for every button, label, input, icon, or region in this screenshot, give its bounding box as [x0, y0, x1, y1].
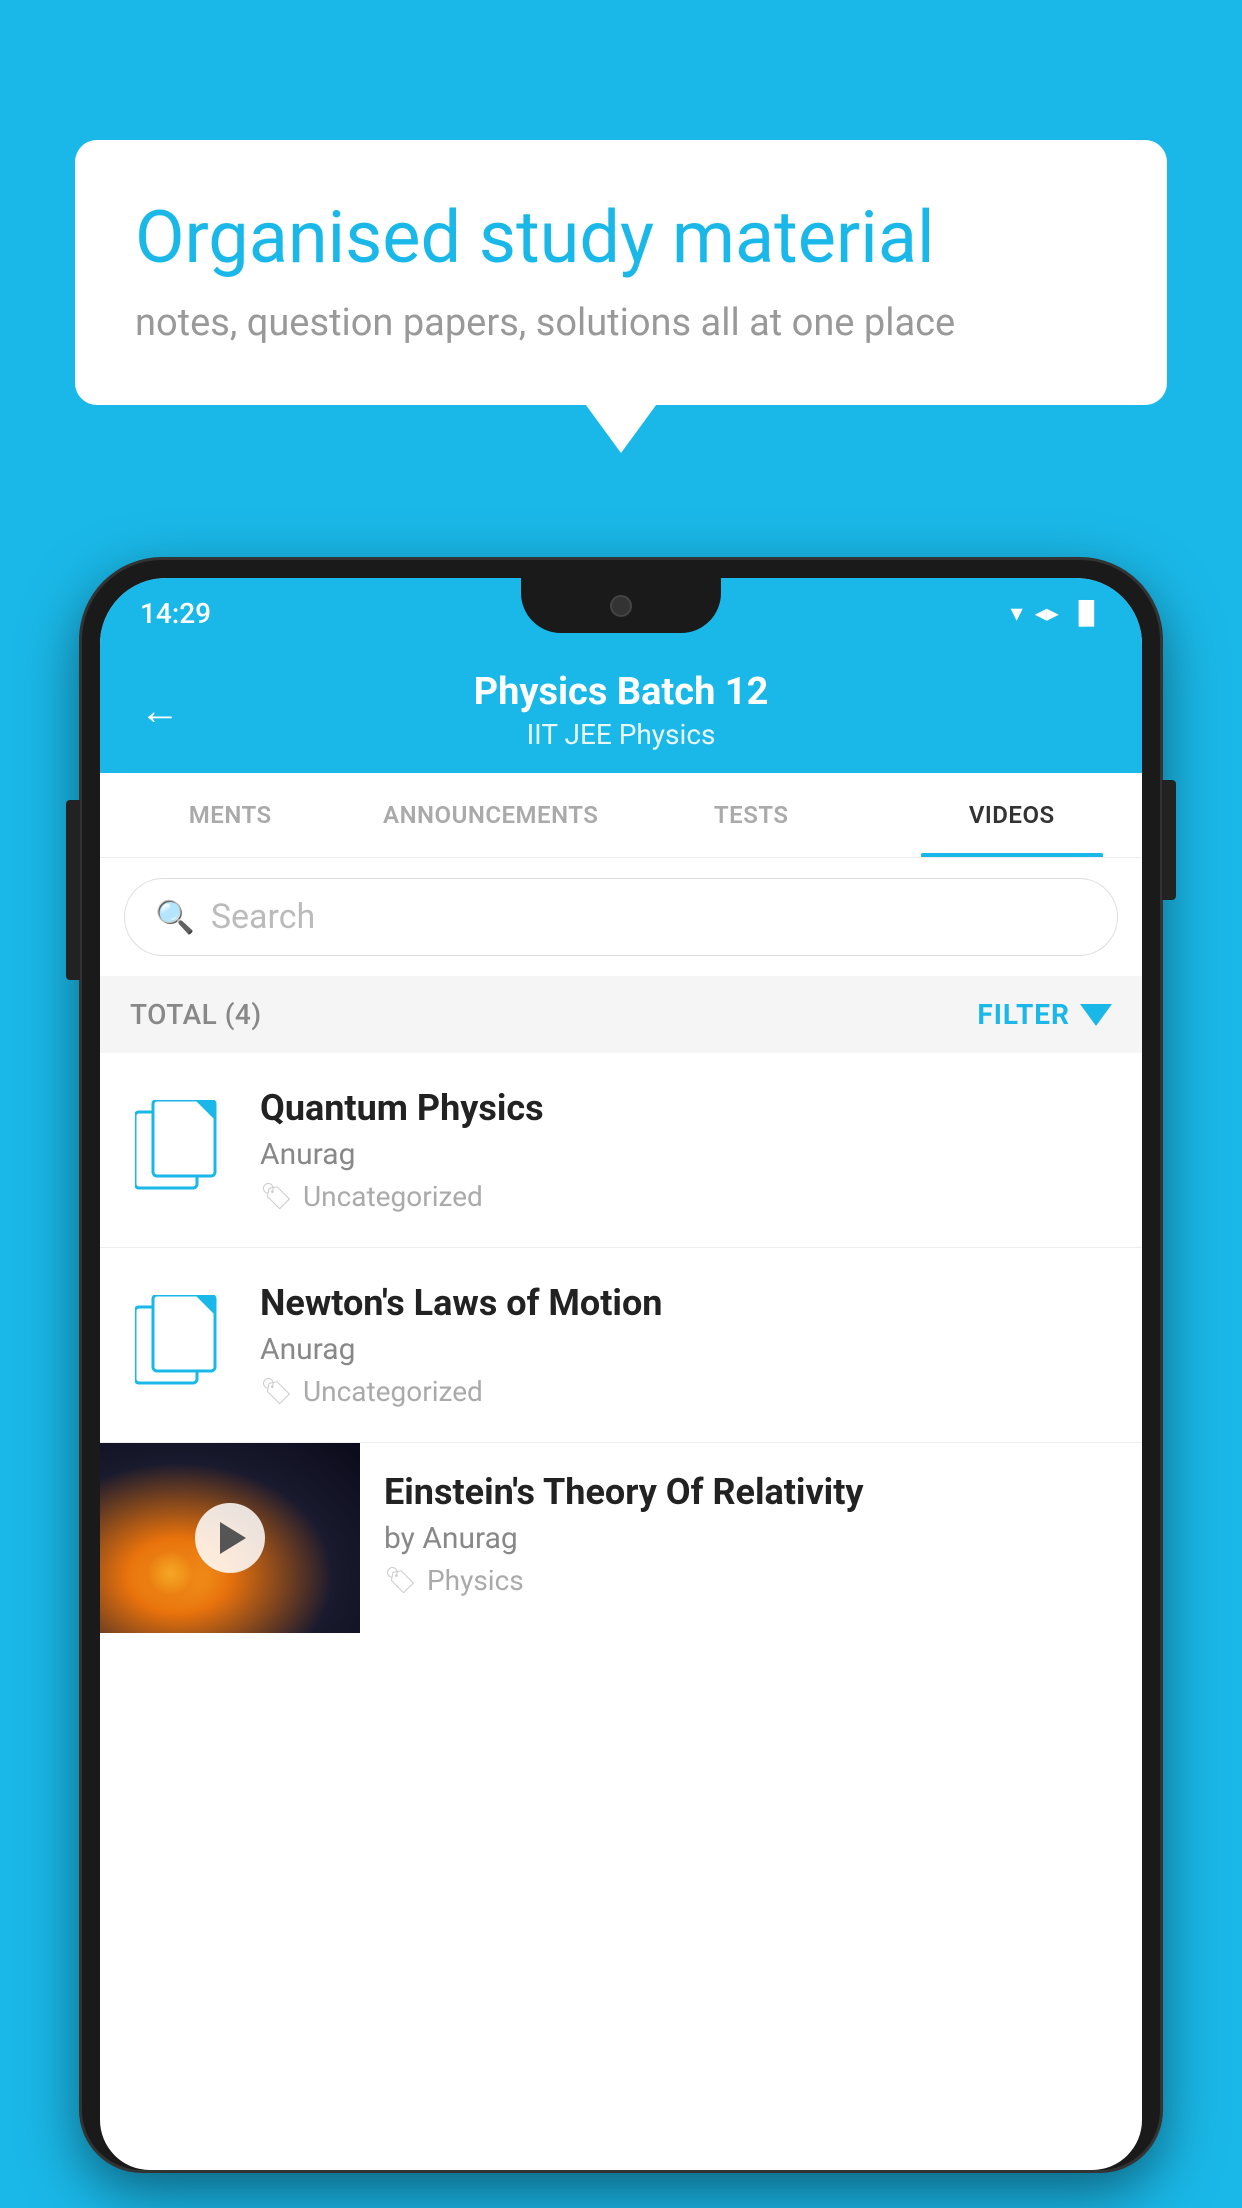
total-count: TOTAL (4) [130, 998, 262, 1031]
item-author: Anurag [260, 1332, 1112, 1367]
camera-dot [610, 595, 632, 617]
item-author: Anurag [260, 1137, 1112, 1172]
filter-button[interactable]: FILTER [977, 998, 1112, 1031]
item-icon-container [130, 1295, 230, 1395]
tab-tests[interactable]: TESTS [621, 773, 882, 857]
filter-icon [1080, 1004, 1112, 1026]
search-icon: 🔍 [155, 898, 195, 936]
filter-bar: TOTAL (4) FILTER [100, 976, 1142, 1053]
item-title: Einstein's Theory Of Relativity [384, 1471, 1118, 1513]
item-info: Quantum Physics Anurag 🏷 Uncategorized [260, 1087, 1112, 1213]
list-item[interactable]: Einstein's Theory Of Relativity by Anura… [100, 1443, 1142, 1633]
header-subtitle: IIT JEE Physics [200, 718, 1042, 751]
play-button[interactable] [195, 1503, 265, 1573]
item-info: Newton's Laws of Motion Anurag 🏷 Uncateg… [260, 1282, 1112, 1408]
item-title: Quantum Physics [260, 1087, 1112, 1129]
play-icon [220, 1522, 246, 1554]
search-input[interactable]: Search [211, 897, 315, 937]
tab-announcements[interactable]: ANNOUNCEMENTS [361, 773, 622, 857]
video-thumbnail [100, 1443, 360, 1633]
item-author: by Anurag [384, 1521, 1118, 1556]
bubble-title: Organised study material [135, 195, 1107, 281]
video-list: Quantum Physics Anurag 🏷 Uncategorized [100, 1053, 1142, 1633]
speech-bubble-container: Organised study material notes, question… [75, 140, 1167, 405]
item-title: Newton's Laws of Motion [260, 1282, 1112, 1324]
header-title-block: Physics Batch 12 IIT JEE Physics [200, 670, 1042, 751]
tab-videos[interactable]: VIDEOS [882, 773, 1143, 857]
filter-label: FILTER [977, 998, 1070, 1031]
folder-icon [135, 1100, 225, 1200]
tabs-container: MENTS ANNOUNCEMENTS TESTS VIDEOS [100, 773, 1142, 858]
item-icon-container [130, 1100, 230, 1200]
signal-icon: ◂▸ [1035, 599, 1059, 627]
list-item[interactable]: Newton's Laws of Motion Anurag 🏷 Uncateg… [100, 1248, 1142, 1443]
item-tag: 🏷 Uncategorized [260, 1375, 1112, 1408]
item-info: Einstein's Theory Of Relativity by Anura… [360, 1443, 1142, 1625]
speech-bubble: Organised study material notes, question… [75, 140, 1167, 405]
status-time: 14:29 [140, 597, 211, 630]
status-bar: 14:29 ▾ ◂▸ ▐▌ [100, 578, 1142, 648]
tab-ments[interactable]: MENTS [100, 773, 361, 857]
tag-icon: 🏷 [260, 1377, 293, 1407]
search-container: 🔍 Search [100, 858, 1142, 976]
app-header: ← Physics Batch 12 IIT JEE Physics [100, 648, 1142, 773]
back-button[interactable]: ← [140, 687, 180, 734]
wifi-icon: ▾ [1011, 599, 1023, 627]
list-item[interactable]: Quantum Physics Anurag 🏷 Uncategorized [100, 1053, 1142, 1248]
folder-icon [135, 1295, 225, 1395]
phone-container: 14:29 ▾ ◂▸ ▐▌ ← Physics Batch 12 IIT JEE… [82, 560, 1160, 2208]
header-title: Physics Batch 12 [200, 670, 1042, 714]
search-bar[interactable]: 🔍 Search [124, 878, 1118, 956]
battery-icon: ▐▌ [1071, 600, 1102, 626]
tag-icon: 🏷 [384, 1566, 417, 1596]
item-tag: 🏷 Uncategorized [260, 1180, 1112, 1213]
status-icons: ▾ ◂▸ ▐▌ [1011, 599, 1102, 627]
bubble-subtitle: notes, question papers, solutions all at… [135, 301, 1107, 345]
notch [521, 578, 721, 633]
phone-inner: 14:29 ▾ ◂▸ ▐▌ ← Physics Batch 12 IIT JEE… [100, 578, 1142, 2170]
tag-icon: 🏷 [260, 1182, 293, 1212]
phone-outer: 14:29 ▾ ◂▸ ▐▌ ← Physics Batch 12 IIT JEE… [82, 560, 1160, 2170]
item-tag: 🏷 Physics [384, 1564, 1118, 1597]
